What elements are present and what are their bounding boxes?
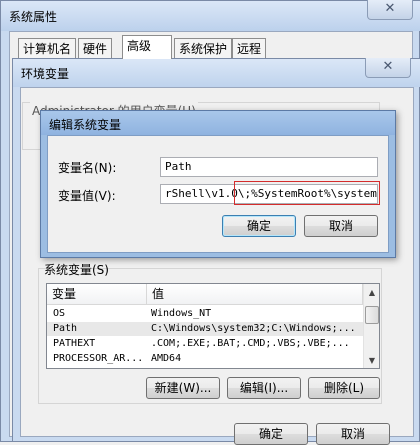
scroll-down-arrow-icon[interactable]: ▼ [364, 352, 379, 368]
variable-value-cell: .COM;.EXE;.BAT;.CMD;.VBS;.VBE;... [151, 338, 350, 349]
tab-hardware[interactable]: 硬件 [78, 38, 113, 58]
new-variable-button[interactable]: 新建(W)... [146, 377, 220, 399]
variable-name-label: 变量名(N): [58, 161, 117, 175]
tab-advanced[interactable]: 高级 [122, 35, 172, 59]
edit-variable-button[interactable]: 编辑(I)... [227, 377, 301, 399]
system-variables-table[interactable]: 变量 值 OS Windows_NT Path C:\Windows\syste… [46, 283, 380, 369]
table-row[interactable]: PROCESSOR_AR... AMD64 [47, 352, 363, 366]
table-row[interactable]: PATHEXT .COM;.EXE;.BAT;.CMD;.VBS;.VBE;..… [47, 337, 363, 351]
variable-value-cell: Windows_NT [151, 308, 212, 319]
variable-name-field[interactable]: Path [160, 157, 378, 177]
system-variables-label: 系统变量(S) [44, 263, 109, 277]
table-row-selected[interactable]: Path C:\Windows\system32;C:\Windows;... [47, 322, 363, 336]
table-row[interactable]: OS Windows_NT [47, 307, 363, 321]
scroll-up-arrow-icon[interactable]: ▲ [364, 284, 379, 301]
variable-name-cell: OS [53, 308, 66, 319]
column-header-value[interactable]: 值 [147, 284, 363, 305]
dialog-ok-button[interactable]: 确定 [222, 215, 296, 237]
tab-system-protection[interactable]: 系统保护 [174, 38, 233, 58]
variable-value-label: 变量值(V): [58, 189, 116, 203]
env-window-title: 环境变量 [21, 67, 70, 81]
dialog-title: 编辑系统变量 [49, 118, 122, 132]
variable-name-cell: Path [53, 323, 78, 334]
outer-title-bar[interactable]: 系统属性 ✕ [1, 0, 420, 31]
column-header-variable[interactable]: 变量 [47, 284, 147, 305]
outer-close-button[interactable]: ✕ [367, 0, 413, 20]
table-vertical-scrollbar[interactable]: ▲ ▼ [363, 284, 379, 368]
variable-value-cell: C:\Windows\system32;C:\Windows;... [151, 323, 356, 334]
env-close-button[interactable]: ✕ [365, 58, 411, 78]
dialog-title-bar[interactable]: 编辑系统变量 [41, 111, 395, 135]
variable-name-cell: PATHEXT [53, 338, 96, 349]
tab-remote[interactable]: 远程 [232, 38, 267, 58]
scroll-thumb[interactable] [365, 306, 379, 324]
variable-value-cell: AMD64 [151, 353, 182, 364]
tab-computer-name[interactable]: 计算机名 [18, 38, 77, 58]
variable-name-cell: PROCESSOR_AR... [53, 353, 143, 364]
highlight-box [234, 181, 380, 205]
outer-window-title: 系统属性 [9, 10, 58, 24]
env-title-bar[interactable]: 环境变量 ✕ [13, 58, 420, 87]
dialog-cancel-button[interactable]: 取消 [304, 215, 378, 237]
delete-variable-button[interactable]: 删除(L) [308, 377, 380, 399]
